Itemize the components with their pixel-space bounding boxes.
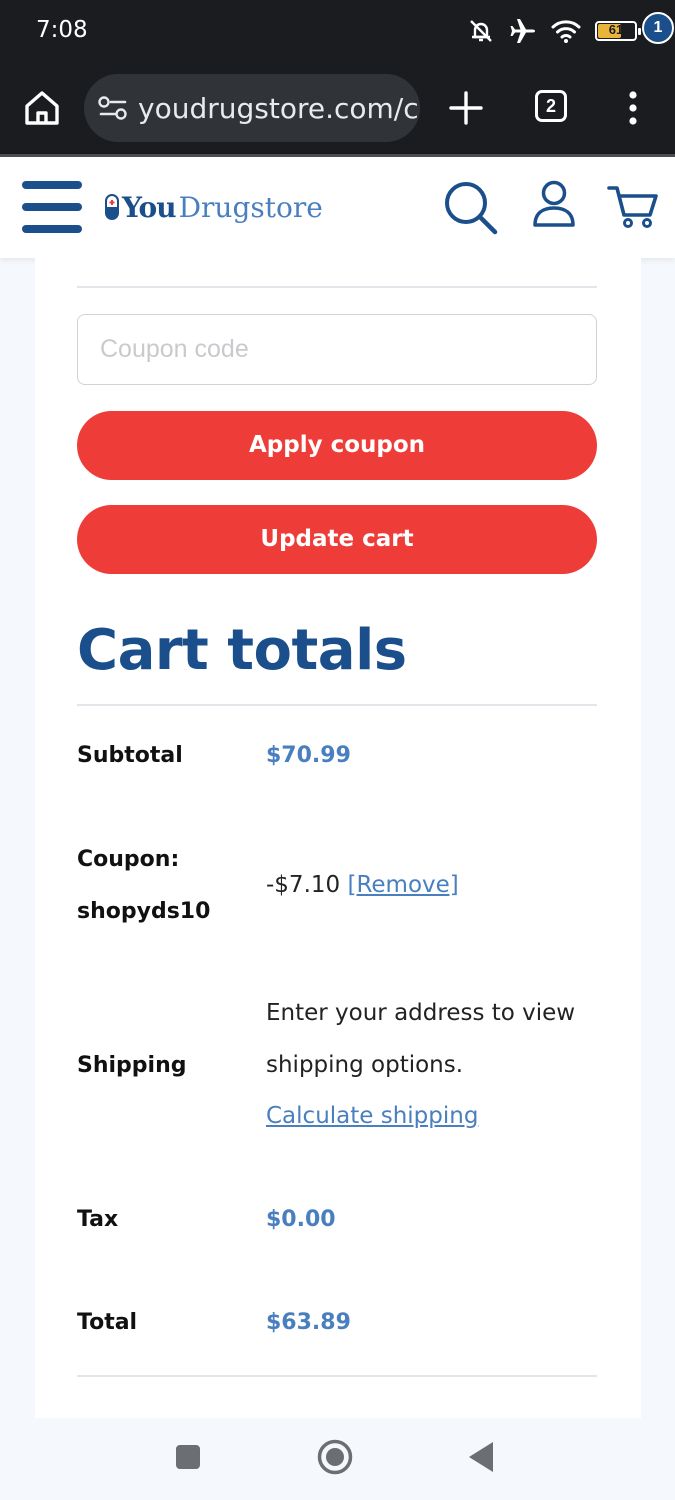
- subtotal-label: Subtotal: [77, 743, 183, 768]
- browser-toolbar: youdrugstore.com/cart 2: [0, 62, 675, 154]
- cart-content: Apply coupon Update cart Cart totals Sub…: [35, 258, 641, 1418]
- tax-value: $0.00: [266, 1207, 336, 1232]
- new-tab-icon[interactable]: [446, 88, 486, 128]
- tab-switcher-button[interactable]: 2: [535, 90, 567, 122]
- totals-divider: [77, 704, 597, 706]
- hamburger-menu-icon[interactable]: [22, 181, 82, 235]
- coupon-label: Coupon:: [77, 847, 180, 872]
- apply-coupon-button[interactable]: Apply coupon: [77, 411, 597, 480]
- top-divider: [77, 286, 597, 288]
- system-nav-bar: [0, 1418, 675, 1500]
- muted-bell-icon: [470, 20, 492, 42]
- logo-you-text: You: [122, 190, 177, 224]
- shipping-label: Shipping: [77, 1053, 187, 1078]
- pill-logo-icon: [105, 194, 119, 220]
- coupon-code-label: shopyds10: [77, 899, 211, 924]
- account-icon[interactable]: [530, 179, 578, 231]
- site-header: You Drugstore: [0, 154, 675, 258]
- url-text: youdrugstore.com/cart: [138, 92, 420, 125]
- url-bar[interactable]: youdrugstore.com/cart: [84, 74, 420, 142]
- shipping-info-line1: Enter your address to view: [266, 1000, 576, 1026]
- more-menu-icon[interactable]: [622, 88, 644, 128]
- bottom-divider: [77, 1375, 597, 1377]
- airplane-icon: [510, 19, 535, 43]
- cart-count-badge: 1: [642, 12, 674, 44]
- status-icons: 61: [467, 14, 641, 48]
- search-icon[interactable]: [442, 179, 500, 237]
- battery-level: 61: [608, 22, 624, 37]
- total-value: $63.89: [266, 1310, 351, 1335]
- recents-icon[interactable]: [174, 1443, 202, 1471]
- site-logo[interactable]: You Drugstore: [104, 187, 323, 227]
- logo-drugstore-text: Drugstore: [178, 190, 323, 224]
- subtotal-value: $70.99: [266, 743, 351, 768]
- coupon-code-input[interactable]: [77, 314, 597, 385]
- site-settings-icon[interactable]: [98, 95, 128, 121]
- cart-totals-title: Cart totals: [77, 618, 407, 683]
- cart-icon[interactable]: [606, 181, 662, 231]
- calculate-shipping-link[interactable]: Calculate shipping: [266, 1103, 478, 1129]
- home-nav-icon[interactable]: [316, 1438, 354, 1476]
- coupon-discount-value: -$7.10: [266, 872, 341, 898]
- total-label: Total: [77, 1310, 138, 1335]
- home-icon[interactable]: [20, 86, 64, 130]
- update-cart-button[interactable]: Update cart: [77, 505, 597, 574]
- back-icon[interactable]: [466, 1440, 496, 1474]
- status-time: 7:08: [36, 17, 88, 43]
- status-bar: 7:08 61: [0, 0, 675, 62]
- wifi-icon: [551, 20, 581, 43]
- battery-icon: 61: [595, 21, 641, 41]
- coupon-discount: -$7.10 [Remove]: [266, 872, 459, 898]
- tax-label: Tax: [77, 1207, 119, 1232]
- shipping-info-line2: shipping options.: [266, 1052, 464, 1078]
- remove-coupon-link[interactable]: [Remove]: [347, 872, 458, 898]
